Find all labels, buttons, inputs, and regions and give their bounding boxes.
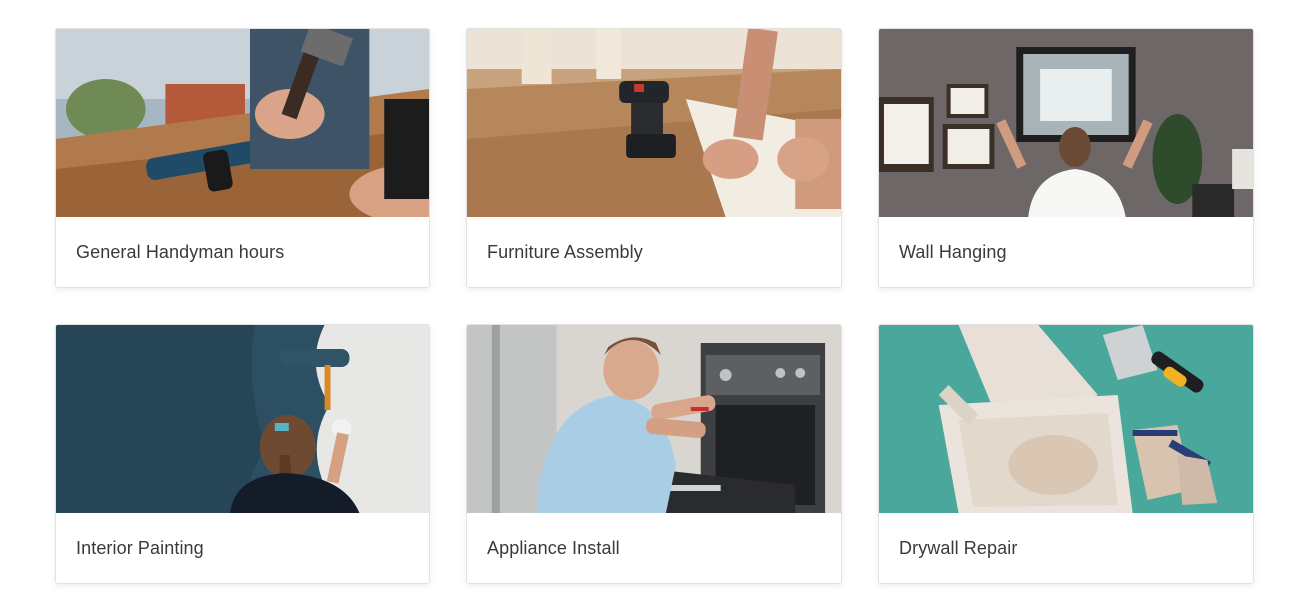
cordless-drill-furniture-photo <box>467 29 841 217</box>
man-installing-oven-photo <box>467 325 841 513</box>
service-title: Furniture Assembly <box>487 241 643 262</box>
service-card-general-handyman[interactable]: General Handyman hours <box>55 28 430 288</box>
service-card-furniture-assembly[interactable]: Furniture Assembly <box>466 28 842 288</box>
woman-hanging-frame-photo <box>879 29 1253 217</box>
drywall-tools-photo <box>879 325 1253 513</box>
service-title: Interior Painting <box>76 537 204 558</box>
woman-painting-wall-photo <box>56 325 429 513</box>
service-card-drywall-repair[interactable]: Drywall Repair <box>878 324 1254 584</box>
service-title: Wall Hanging <box>899 241 1007 262</box>
service-card-interior-painting[interactable]: Interior Painting <box>55 324 430 584</box>
handyman-hammer-drill-photo <box>56 29 429 217</box>
service-title: Drywall Repair <box>899 537 1018 558</box>
service-card-appliance-install[interactable]: Appliance Install <box>466 324 842 584</box>
service-title: General Handyman hours <box>76 241 285 262</box>
service-card-wall-hanging[interactable]: Wall Hanging <box>878 28 1254 288</box>
services-grid: General Handyman hours Furniture Assembl… <box>55 28 1254 584</box>
service-title: Appliance Install <box>487 537 620 558</box>
